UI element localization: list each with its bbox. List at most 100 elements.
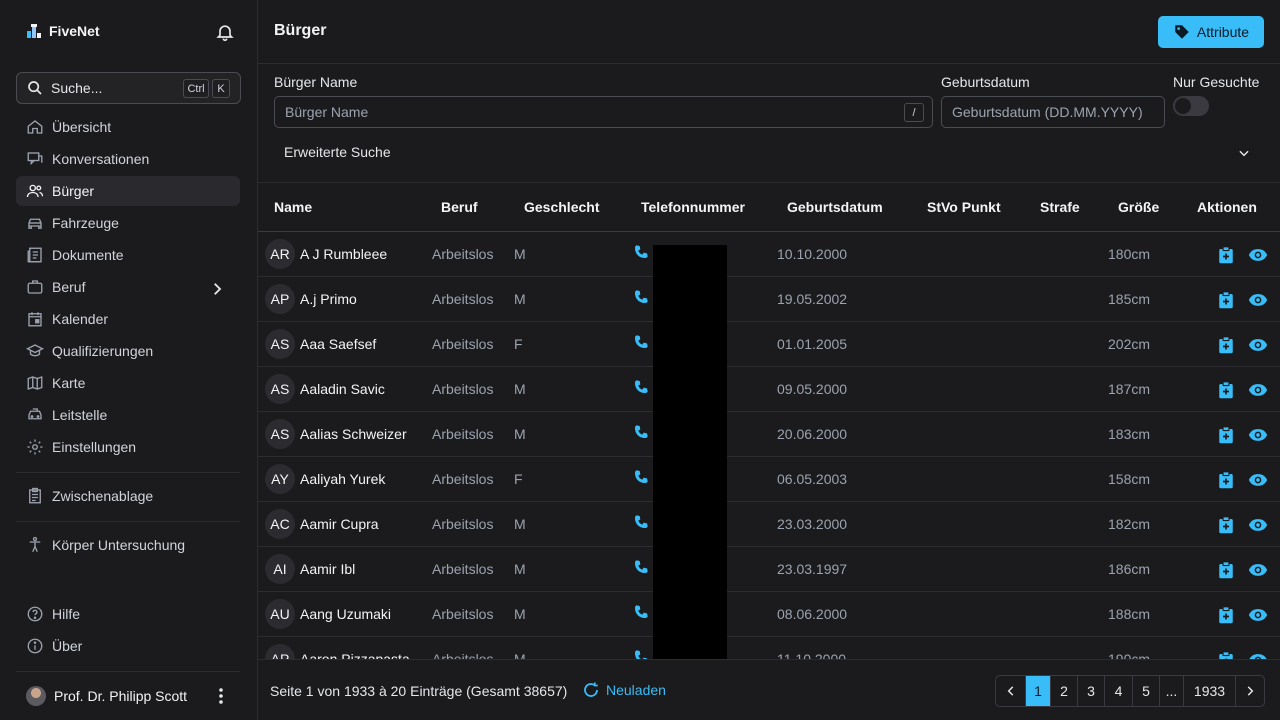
clipboard-add-icon[interactable] [1217,651,1235,659]
citizen-name[interactable]: Aamir Cupra [300,516,379,532]
col-beruf[interactable]: Beruf [441,199,478,215]
sidebar-item-uebersicht[interactable]: Übersicht [16,112,240,142]
sidebar-item-konversationen[interactable]: Konversationen [16,144,240,174]
eye-icon[interactable] [1248,562,1268,578]
eye-icon[interactable] [1248,607,1268,623]
clipboard-add-icon[interactable] [1217,246,1235,264]
table-row[interactable]: AU Aang Uzumaki Arbeitslos M 08.06.2000 188cm [258,592,1280,637]
phone-icon[interactable] [633,334,649,350]
sidebar-item-beruf[interactable]: Beruf [16,272,240,302]
citizen-name[interactable]: Aalias Schweizer [300,426,407,442]
col-name[interactable]: Name [274,199,312,215]
eye-icon[interactable] [1248,652,1268,659]
table-row[interactable]: AS Aaladin Savic Arbeitslos M 09.05.2000 187c… [258,367,1280,412]
table-row[interactable]: AP Aaron Pizzapasta Arbeitslos M 11.10.2000 1… [258,637,1280,659]
table-row[interactable]: AC Aamir Cupra Arbeitslos M 23.03.2000 182cm [258,502,1280,547]
row-avatar: AU [265,599,295,629]
citizen-name[interactable]: Aang Uzumaki [300,606,391,622]
sidebar-item-einstellungen[interactable]: Einstellungen [16,432,240,462]
clipboard-add-icon[interactable] [1217,381,1235,399]
page-5[interactable]: 5 [1133,676,1160,706]
wanted-toggle[interactable] [1173,96,1209,116]
phone-icon[interactable] [633,559,649,575]
phone-icon[interactable] [633,604,649,620]
sidebar-item-label: Kalender [52,311,109,327]
user-profile[interactable]: Prof. Dr. Philipp Scott [26,686,187,706]
search-box[interactable]: Suche... Ctrl K [16,72,241,104]
col-geburtsdatum[interactable]: Geburtsdatum [787,199,883,215]
eye-icon[interactable] [1248,517,1268,533]
phone-icon[interactable] [633,469,649,485]
clipboard-add-icon[interactable] [1217,336,1235,354]
sidebar-item-koerper-untersuchung[interactable]: Körper Untersuchung [16,530,240,560]
eye-icon[interactable] [1248,247,1268,263]
bell-icon[interactable] [215,22,235,42]
col-stvo-punkt[interactable]: StVo Punkt [927,199,1001,215]
sidebar-item-kalender[interactable]: Kalender [16,304,240,334]
sidebar-item-fahrzeuge[interactable]: Fahrzeuge [16,208,240,238]
col-geschlecht[interactable]: Geschlecht [524,199,599,215]
phone-icon[interactable] [633,424,649,440]
name-search-input[interactable]: Bürger Name / [274,96,933,128]
sidebar-item-buerger[interactable]: Bürger [16,176,240,206]
dob-input[interactable]: Geburtsdatum (DD.MM.YYYY) [941,96,1165,128]
chat-icon [27,152,43,166]
col-groesse[interactable]: Größe [1118,199,1159,215]
page-last[interactable]: 1933 [1184,676,1236,706]
page-2[interactable]: 2 [1051,676,1078,706]
phone-icon[interactable] [633,289,649,305]
sidebar-item-karte[interactable]: Karte [16,368,240,398]
chevron-down-icon[interactable] [1236,146,1252,160]
citizen-name[interactable]: Aaladin Savic [300,381,385,397]
eye-icon[interactable] [1248,292,1268,308]
col-strafe[interactable]: Strafe [1040,199,1080,215]
clipboard-add-icon[interactable] [1217,291,1235,309]
sidebar-item-leitstelle[interactable]: Leitstelle [16,400,240,430]
next-page-button[interactable] [1236,676,1264,706]
clipboard-add-icon[interactable] [1217,516,1235,534]
eye-icon[interactable] [1248,382,1268,398]
table-row[interactable]: AS Aaa Saefsef Arbeitslos F 01.01.2005 202cm [258,322,1280,367]
clipboard-add-icon[interactable] [1217,561,1235,579]
attribute-button[interactable]: Attribute [1158,16,1264,48]
table-row[interactable]: AS Aalias Schweizer Arbeitslos M 20.06.2000 1… [258,412,1280,457]
table-row[interactable]: AP A.j Primo Arbeitslos M 19.05.2002 185cm [258,277,1280,322]
phone-icon[interactable] [633,514,649,530]
eye-icon[interactable] [1248,427,1268,443]
table-row[interactable]: AY Aaliyah Yurek Arbeitslos F 06.05.2003 158c… [258,457,1280,502]
citizen-name[interactable]: Aaron Pizzapasta [300,651,410,659]
citizen-name[interactable]: A.j Primo [300,291,357,307]
citizen-name[interactable]: Aaliyah Yurek [300,471,385,487]
table-row[interactable]: AI Aamir Ibl Arbeitslos M 23.03.1997 186cm [258,547,1280,592]
prev-page-button[interactable] [996,676,1026,706]
eye-icon[interactable] [1248,337,1268,353]
page-4[interactable]: 4 [1105,676,1133,706]
sidebar-item-qualifizierungen[interactable]: Qualifizierungen [16,336,240,366]
sidebar-item-ueber[interactable]: Über [16,631,240,661]
sidebar-item-dokumente[interactable]: Dokumente [16,240,240,270]
row-avatar: AS [265,419,295,449]
table-row[interactable]: AR A J Rumbleee Arbeitslos M 10.10.2000 180cm [258,232,1280,277]
eye-icon[interactable] [1248,472,1268,488]
clipboard-add-icon[interactable] [1217,426,1235,444]
reload-button[interactable]: Neuladen [582,681,666,699]
advanced-search-toggle[interactable]: Erweiterte Suche [284,144,391,160]
citizen-job: Arbeitslos [432,561,494,577]
app-brand[interactable]: FiveNet [25,22,100,40]
clipboard-add-icon[interactable] [1217,606,1235,624]
chevron-right-icon[interactable] [208,280,226,298]
citizen-name[interactable]: Aaa Saefsef [300,336,376,352]
page-1[interactable]: 1 [1026,676,1051,706]
citizen-job: Arbeitslos [432,426,494,442]
clipboard-add-icon[interactable] [1217,471,1235,489]
phone-icon[interactable] [633,649,649,659]
sidebar-item-hilfe[interactable]: Hilfe [16,599,240,629]
citizen-name[interactable]: Aamir Ibl [300,561,355,577]
page-3[interactable]: 3 [1078,676,1105,706]
col-telefonnummer[interactable]: Telefonnummer [641,199,745,215]
sidebar-item-zwischenablage[interactable]: Zwischenablage [16,481,240,511]
phone-icon[interactable] [633,244,649,260]
phone-icon[interactable] [633,379,649,395]
more-vertical-icon[interactable] [214,686,228,706]
citizen-name[interactable]: A J Rumbleee [300,246,387,262]
